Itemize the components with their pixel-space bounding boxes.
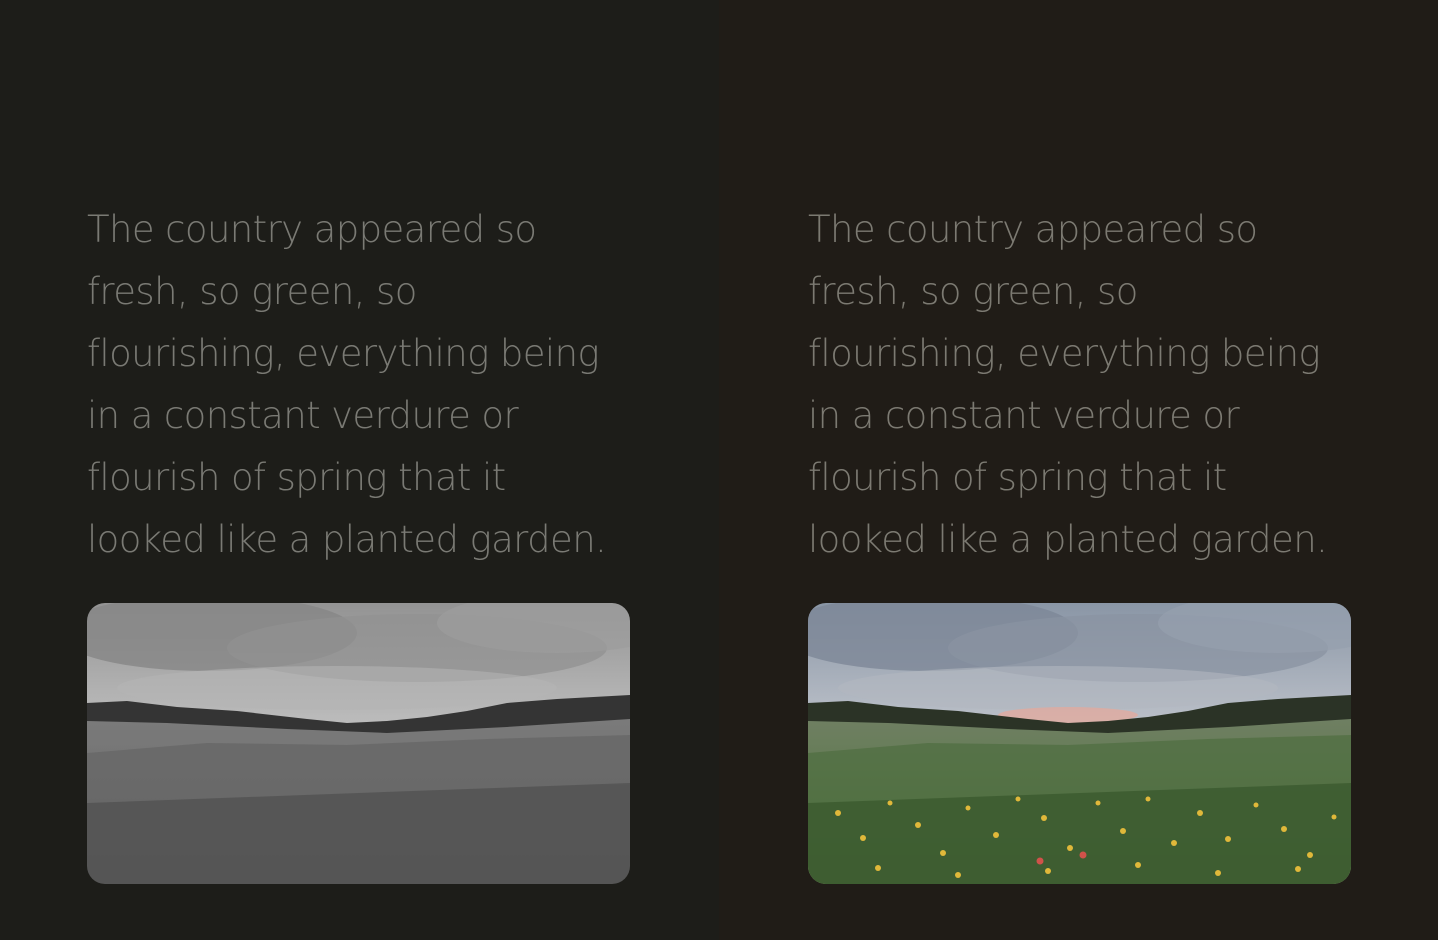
comparison-page: The country appeared so fresh, so green,… — [0, 0, 1438, 940]
meadow-photo-color — [808, 603, 1351, 884]
quote-text: The country appeared so fresh, so green,… — [87, 199, 647, 571]
quote-line: The country appeared so — [87, 208, 537, 251]
quote-line: flourishing, everything being — [808, 332, 1321, 375]
quote-text: The country appeared so fresh, so green,… — [808, 199, 1368, 571]
color-panel: The country appeared so fresh, so green,… — [719, 0, 1438, 940]
meadow-image — [87, 603, 630, 884]
quote-line: flourishing, everything being — [87, 332, 600, 375]
quote-line: looked like a planted garden. — [808, 518, 1328, 561]
quote-line: flourish of spring that it — [87, 456, 506, 499]
grayscale-panel: The country appeared so fresh, so green,… — [0, 0, 719, 940]
quote-line: in a constant verdure or — [87, 394, 519, 437]
quote-line: flourish of spring that it — [808, 456, 1227, 499]
meadow-photo-grayscale — [87, 603, 630, 884]
meadow-image — [808, 603, 1351, 884]
quote-line: fresh, so green, so — [87, 270, 417, 313]
quote-line: The country appeared so — [808, 208, 1258, 251]
quote-line: looked like a planted garden. — [87, 518, 607, 561]
quote-line: in a constant verdure or — [808, 394, 1240, 437]
quote-line: fresh, so green, so — [808, 270, 1138, 313]
